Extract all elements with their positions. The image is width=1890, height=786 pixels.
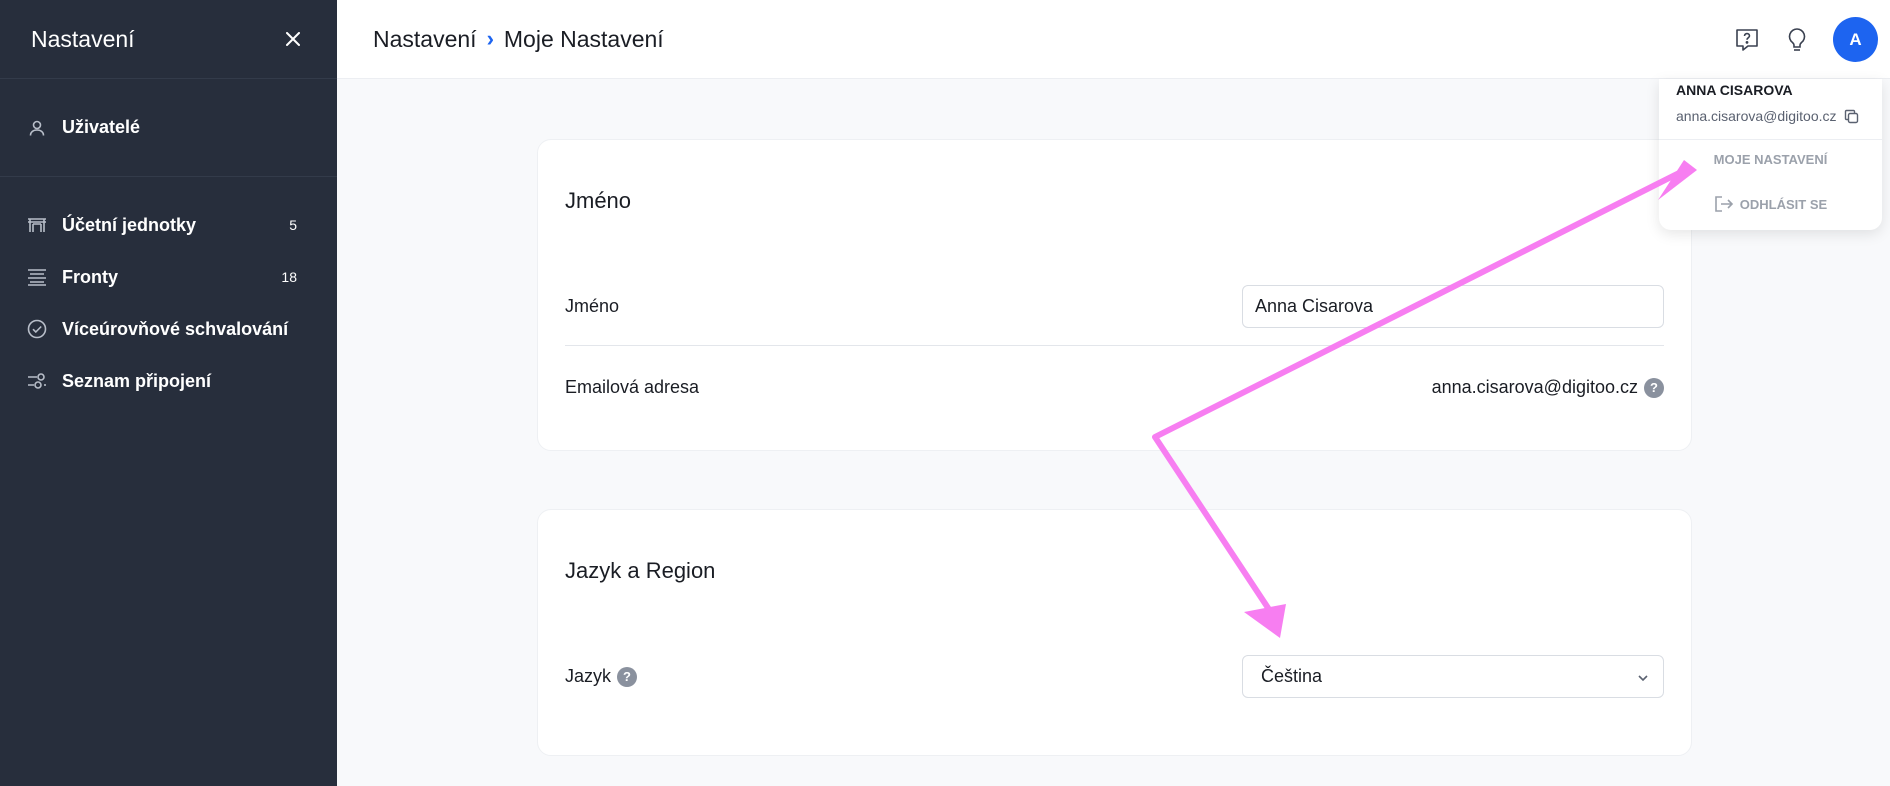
breadcrumb: Nastavení › Moje Nastavení xyxy=(373,26,664,53)
user-menu: ANNA CISAROVA anna.cisarova@digitoo.cz M… xyxy=(1659,79,1882,230)
queue-icon xyxy=(27,267,47,287)
breadcrumb-item-settings[interactable]: Nastavení xyxy=(373,26,477,53)
user-menu-email: anna.cisarova@digitoo.cz xyxy=(1676,108,1837,124)
language-card: Jazyk a Region Jazyk ? Čeština xyxy=(537,509,1692,756)
sidebar-top-section: Uživatelé xyxy=(0,79,337,177)
user-icon xyxy=(27,118,47,138)
sidebar-item-accounting-units[interactable]: Účetní jednotky 5 xyxy=(0,199,337,251)
header-actions: A xyxy=(1733,0,1890,79)
sidebar-item-queues[interactable]: Fronty 18 xyxy=(0,251,337,303)
name-card: Jméno Jméno Anna Cisarova Emailová adres… xyxy=(537,139,1692,451)
help-icon[interactable] xyxy=(1733,26,1761,54)
name-label: Jméno xyxy=(565,296,620,316)
menu-item-logout[interactable]: ODHLÁSIT SE xyxy=(1659,196,1882,212)
menu-item-label: ODHLÁSIT SE xyxy=(1739,196,1828,212)
email-label: Emailová adresa xyxy=(565,377,700,397)
language-label-wrap: Jazyk ? xyxy=(565,666,638,687)
sidebar-item-label: Víceúrovňové schvalování xyxy=(62,318,289,339)
user-menu-email-wrap: anna.cisarova@digitoo.cz xyxy=(1676,108,1859,124)
user-menu-name: ANNA CISAROVA xyxy=(1676,82,1793,98)
name-input[interactable]: Anna Cisarova xyxy=(1242,285,1664,328)
email-row: Emailová adresa anna.cisarova@digitoo.cz… xyxy=(565,366,1664,409)
breadcrumb-separator: › xyxy=(486,26,494,51)
sidebar-item-count: 18 xyxy=(281,269,297,285)
help-icon[interactable]: ? xyxy=(1644,377,1664,398)
top-header: Nastavení › Moje Nastavení A xyxy=(337,0,1890,79)
sidebar-nav: Účetní jednotky 5 Fronty 18 Víceúrovňové… xyxy=(0,177,337,407)
sidebar: Nastavení Uživatelé Účetní jednotky 5 Fr… xyxy=(0,0,337,786)
sidebar-item-label: Seznam připojení xyxy=(62,370,212,391)
sidebar-item-label: Fronty xyxy=(62,266,118,287)
language-card-title: Jazyk a Region xyxy=(565,558,716,583)
language-select-value: Čeština xyxy=(1261,666,1323,686)
copy-icon[interactable] xyxy=(1844,109,1859,124)
sidebar-title: Nastavení xyxy=(31,25,135,52)
help-icon[interactable]: ? xyxy=(617,666,638,687)
lightbulb-icon[interactable] xyxy=(1783,26,1811,54)
chevron-down-icon xyxy=(1637,666,1649,687)
menu-item-my-settings[interactable]: MOJE NASTAVENÍ xyxy=(1659,152,1882,167)
connections-icon xyxy=(27,371,47,391)
logout-icon xyxy=(1714,196,1734,212)
sidebar-header: Nastavení xyxy=(0,0,337,79)
building-icon xyxy=(27,215,47,235)
user-menu-divider xyxy=(1659,139,1882,140)
divider xyxy=(565,345,1664,346)
email-value-wrap: anna.cisarova@digitoo.cz ? xyxy=(1432,377,1664,398)
avatar[interactable]: A xyxy=(1833,17,1878,62)
name-card-title: Jméno xyxy=(565,188,632,213)
sidebar-item-multilevel-approval[interactable]: Víceúrovňové schvalování xyxy=(0,303,337,355)
sidebar-item-label: Uživatelé xyxy=(62,117,141,137)
language-select[interactable]: Čeština xyxy=(1242,655,1664,698)
breadcrumb-item-my-settings: Moje Nastavení xyxy=(503,25,664,52)
sidebar-item-label: Účetní jednotky xyxy=(62,214,197,235)
email-value: anna.cisarova@digitoo.cz xyxy=(1431,377,1638,397)
name-row: Jméno Anna Cisarova xyxy=(565,285,1664,328)
sidebar-item-connections[interactable]: Seznam připojení xyxy=(0,355,337,407)
language-label: Jazyk xyxy=(565,666,612,686)
sidebar-item-count: 5 xyxy=(289,217,297,233)
close-icon[interactable] xyxy=(281,27,305,51)
check-circle-icon xyxy=(27,319,47,339)
language-row: Jazyk ? Čeština xyxy=(565,655,1664,698)
sidebar-item-users[interactable]: Uživatelé xyxy=(0,102,337,154)
menu-item-label: MOJE NASTAVENÍ xyxy=(1713,152,1828,167)
